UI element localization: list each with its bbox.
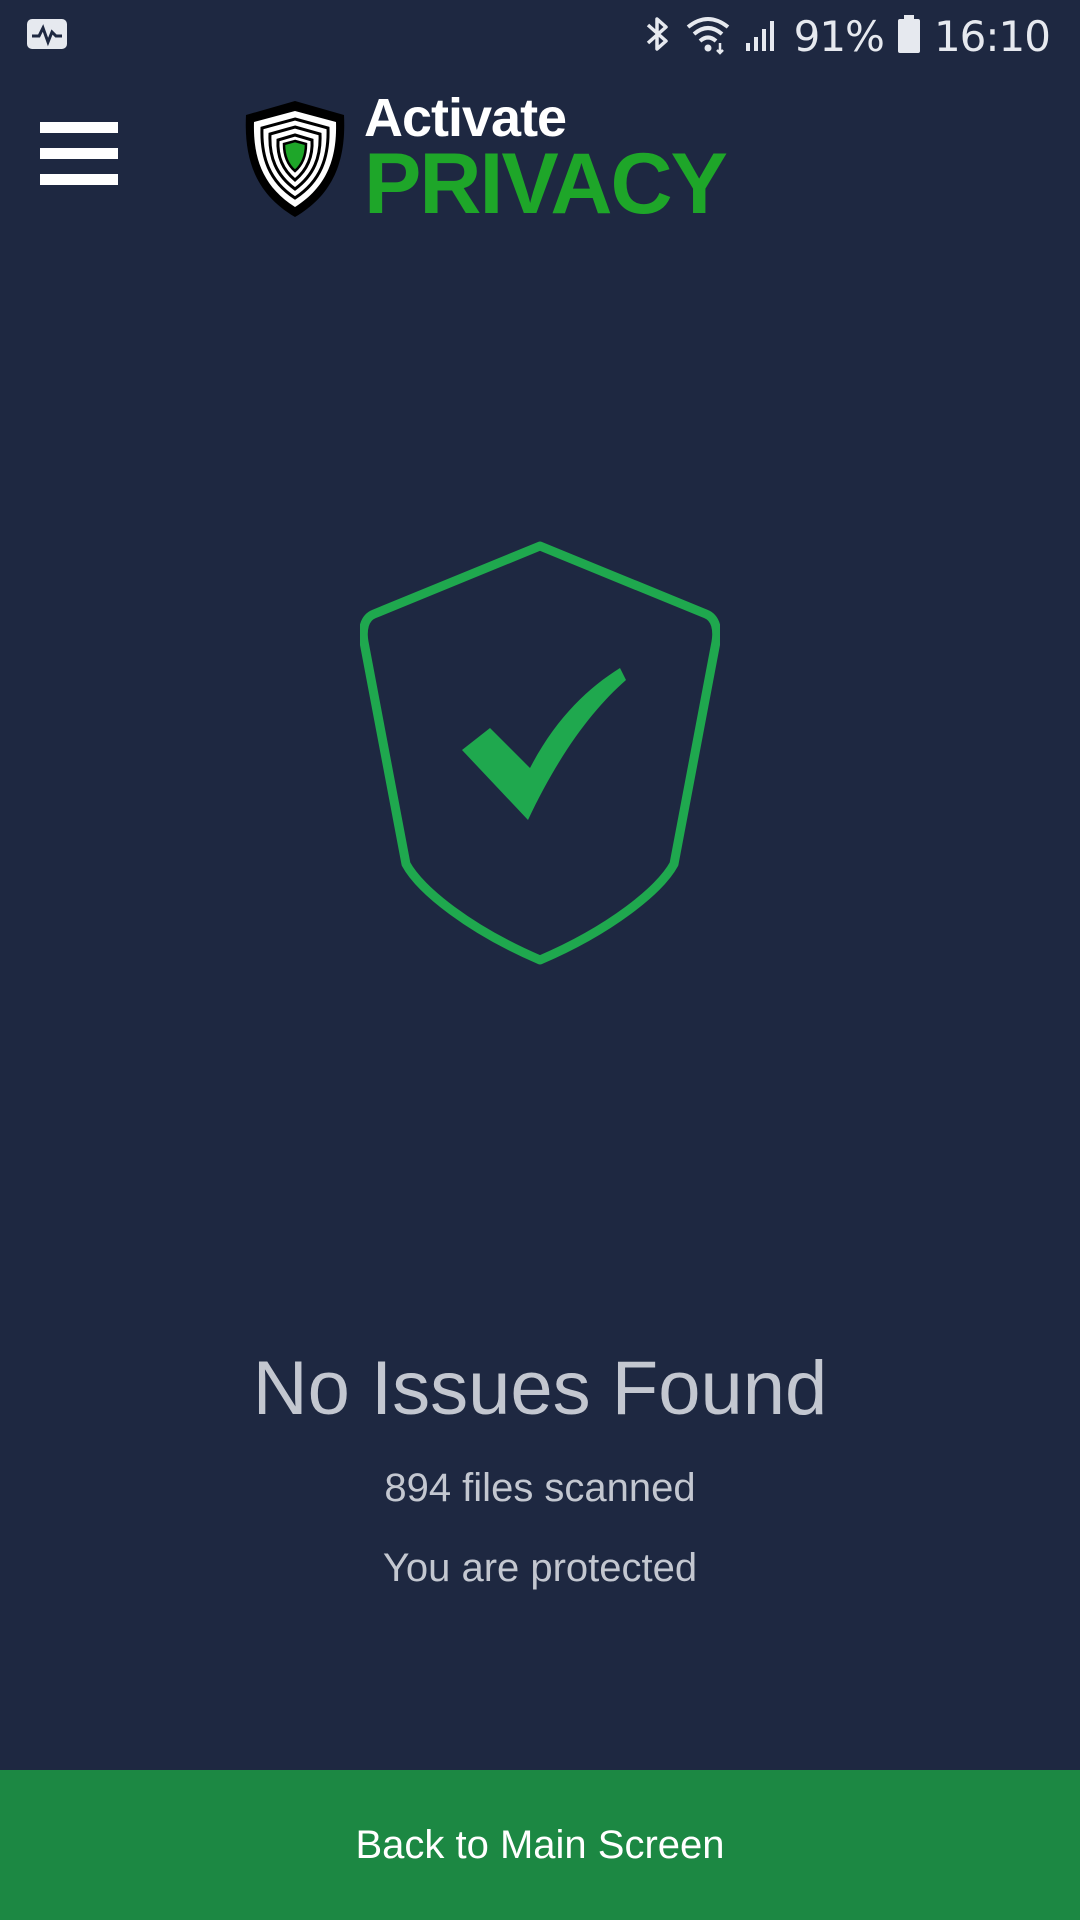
fingerprint-shield-logo-icon [245, 101, 345, 217]
protection-status: You are protected [382, 1546, 698, 1590]
logo-privacy-text: PRIVACY [364, 136, 728, 232]
battery-percent: 91% [793, 11, 885, 61]
back-to-main-button[interactable]: Back to Main Screen [0, 1770, 1080, 1920]
app-header: Activate PRIVACY [0, 72, 1080, 242]
battery-icon [896, 13, 922, 60]
bluetooth-icon [644, 13, 672, 60]
files-scanned-count: 894 files scanned [384, 1466, 696, 1510]
status-bar: 91% 16:10 [0, 0, 1080, 72]
clock: 16:10 [933, 11, 1051, 61]
hamburger-menu-icon[interactable] [40, 122, 126, 186]
signal-icon [744, 13, 782, 60]
scan-result-screen: 91% 16:10 Activate PRIVACY No Issues Fou… [0, 0, 1080, 1920]
wifi-icon [684, 13, 732, 60]
shield-check-icon [358, 538, 722, 968]
app-logo: Activate PRIVACY [240, 91, 728, 232]
status-icons: 91% 16:10 [644, 10, 1051, 62]
result-title: No Issues Found [252, 1346, 828, 1431]
activity-monitor-icon [26, 18, 68, 50]
